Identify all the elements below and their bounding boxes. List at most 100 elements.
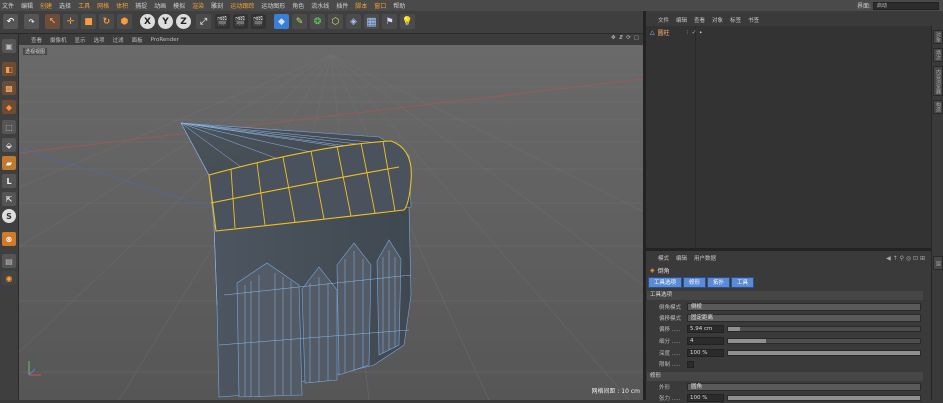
visibility-dots-icon[interactable]: ⁝: [687, 29, 689, 36]
viewport-menu-cameras[interactable]: 摄像机: [50, 36, 67, 44]
menu-select[interactable]: 选择: [59, 1, 71, 10]
deformer-icon[interactable]: ◈: [346, 14, 361, 29]
live-select-icon[interactable]: ↖: [45, 14, 60, 29]
menu-pipeline[interactable]: 流水线: [311, 1, 329, 10]
rotate-icon[interactable]: ↻: [99, 14, 114, 29]
offset-mode-dropdown[interactable]: 固定距离: [687, 314, 921, 322]
menu-motion-tracking[interactable]: 运动跟踪: [230, 1, 254, 10]
tab-tool-options[interactable]: 工具选项: [648, 277, 683, 288]
viewport-menu-prorender[interactable]: ProRender: [151, 37, 179, 43]
pen-spline-icon[interactable]: ✎: [292, 14, 307, 29]
scale-icon[interactable]: ■: [81, 14, 96, 29]
menu-mograph[interactable]: 运动图形: [261, 1, 285, 10]
subdivision-icon[interactable]: ❂: [310, 14, 325, 29]
section-shaping[interactable]: 修形: [647, 372, 923, 381]
light-icon[interactable]: 💡: [400, 14, 415, 29]
points-mode-icon[interactable]: ⬚: [2, 120, 16, 134]
viewport-menu-panel[interactable]: 面板: [132, 36, 143, 44]
render-settings-icon[interactable]: 🎬: [251, 14, 266, 29]
object-name[interactable]: 圆柱: [658, 28, 670, 37]
check-icon[interactable]: ✓: [692, 29, 697, 36]
right-tab-content-browser[interactable]: 内容浏览器: [933, 66, 943, 96]
menu-render[interactable]: 渲染: [192, 1, 204, 10]
menu-create[interactable]: 创建: [40, 1, 52, 10]
menu-volume[interactable]: 体积: [116, 1, 128, 10]
right-tab-takes[interactable]: 场次: [933, 48, 943, 62]
tab-shaping[interactable]: 修形: [683, 277, 707, 288]
rotate-view-icon[interactable]: ⟳: [626, 35, 631, 41]
move-view-icon[interactable]: ✥: [611, 35, 616, 41]
section-tool-options[interactable]: 工具选项: [647, 291, 923, 300]
recent-tool-icon[interactable]: ⬢: [117, 14, 132, 29]
subdivision-slider[interactable]: [727, 338, 921, 344]
viewport-menu-view[interactable]: 查看: [31, 36, 42, 44]
maximize-view-icon[interactable]: ▢: [634, 35, 639, 41]
right-tab-objects[interactable]: 对象: [933, 30, 943, 44]
cube-object-icon[interactable]: ◆: [274, 14, 289, 29]
camera-icon[interactable]: ⚑: [382, 14, 397, 29]
make-editable-icon[interactable]: ▣: [2, 39, 16, 53]
viewport-3d[interactable]: [19, 45, 643, 400]
menu-mesh[interactable]: 网格: [97, 1, 109, 10]
object-menu-objects[interactable]: 对象: [712, 16, 723, 24]
coordinate-system-icon[interactable]: ⤢: [196, 14, 211, 29]
tweak-icon[interactable]: ⇱: [2, 192, 16, 206]
attr-menu-edit[interactable]: 编辑: [676, 254, 687, 262]
y-axis-button[interactable]: Y: [158, 14, 173, 29]
offset-field[interactable]: 5.94 cm: [687, 325, 724, 333]
menu-file[interactable]: 文件: [2, 1, 14, 10]
model-mode-icon[interactable]: ◧: [2, 62, 16, 76]
viewport-menu-options[interactable]: 选项: [94, 36, 105, 44]
menu-script[interactable]: 脚本: [355, 1, 367, 10]
tab-tool[interactable]: 工具: [731, 277, 755, 288]
object-row-cylinder[interactable]: △ 圆柱 ⁝ ✓ ⬩: [650, 28, 702, 38]
right-tab-structure[interactable]: 构造: [933, 100, 943, 114]
move-icon[interactable]: ✛: [63, 14, 78, 29]
edges-mode-icon[interactable]: ⬙: [2, 138, 16, 152]
redo-icon[interactable]: ↷: [24, 14, 39, 29]
attr-menu-user-data[interactable]: 用户数据: [694, 254, 716, 262]
lock-workplane-icon[interactable]: ⊗: [2, 232, 16, 246]
right-tab-layers[interactable]: 层: [933, 256, 943, 270]
render-picture-viewer-icon[interactable]: 🎬: [233, 14, 248, 29]
panel-separator[interactable]: [646, 248, 931, 251]
render-view-icon[interactable]: 🎬: [215, 14, 230, 29]
zoom-view-icon[interactable]: ⇵: [619, 35, 624, 41]
tab-topology[interactable]: 拓扑: [707, 277, 731, 288]
tension-field[interactable]: 100 %: [687, 394, 724, 402]
snap-icon[interactable]: S: [2, 209, 16, 223]
layout-dropdown[interactable]: 启动: [873, 1, 939, 10]
menu-sculpt[interactable]: 雕刻: [211, 1, 223, 10]
object-menu-bookmarks[interactable]: 书签: [748, 16, 759, 24]
depth-field[interactable]: 100 %: [687, 349, 724, 357]
menu-help[interactable]: 帮助: [393, 1, 405, 10]
subdivision-field[interactable]: 4: [687, 337, 724, 345]
axis-mode-icon[interactable]: L: [2, 174, 16, 188]
array-icon[interactable]: ⬡: [328, 14, 343, 29]
object-menu-tags[interactable]: 标签: [730, 16, 741, 24]
polygons-mode-icon[interactable]: ▰: [2, 156, 16, 170]
z-axis-button[interactable]: Z: [176, 14, 191, 29]
menu-character[interactable]: 角色: [292, 1, 304, 10]
depth-slider[interactable]: [727, 350, 921, 356]
floor-icon[interactable]: ▦: [364, 14, 379, 29]
attr-menu-mode[interactable]: 模式: [658, 254, 669, 262]
offset-slider[interactable]: [727, 326, 921, 332]
workplane-icon[interactable]: ◆: [2, 100, 16, 114]
limit-checkbox[interactable]: [687, 360, 694, 368]
undo-icon[interactable]: ↶: [3, 14, 18, 29]
tension-slider[interactable]: [727, 395, 921, 401]
quantize-icon[interactable]: ◉: [2, 271, 16, 285]
menu-window[interactable]: 窗口: [374, 1, 386, 10]
menu-tools[interactable]: 工具: [78, 1, 90, 10]
x-axis-button[interactable]: X: [140, 14, 155, 29]
menu-snap[interactable]: 捕捉: [135, 1, 147, 10]
menu-simulate[interactable]: 模拟: [173, 1, 185, 10]
viewport-menu-filter[interactable]: 过滤: [113, 36, 124, 44]
menu-animate[interactable]: 动画: [154, 1, 166, 10]
texture-mode-icon[interactable]: ▩: [2, 81, 16, 95]
object-menu-edit[interactable]: 编辑: [676, 16, 687, 24]
bevel-mode-dropdown[interactable]: 倒棱: [687, 303, 921, 311]
menu-edit[interactable]: 编辑: [21, 1, 33, 10]
menu-plugins[interactable]: 插件: [336, 1, 348, 10]
